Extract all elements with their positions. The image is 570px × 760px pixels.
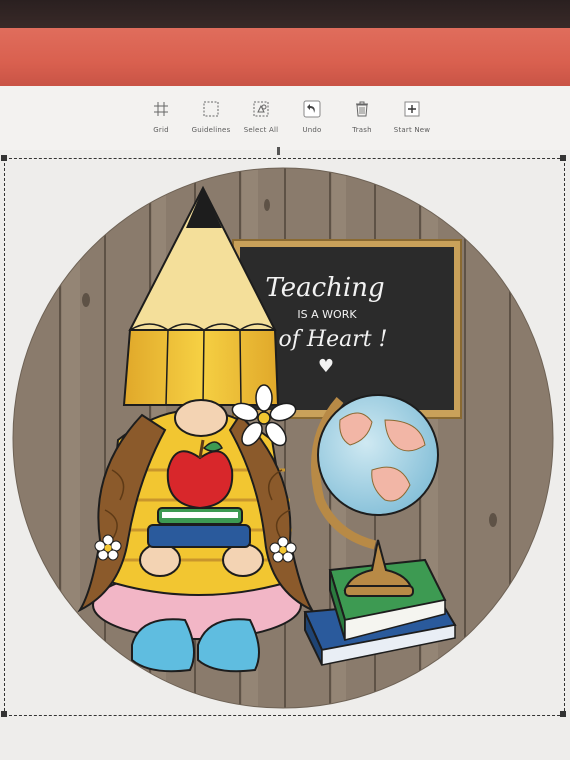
- resize-handle-bottom-right[interactable]: [560, 711, 566, 717]
- resize-handle-top-left[interactable]: [1, 155, 7, 161]
- resize-handle-bottom-left[interactable]: [1, 711, 7, 717]
- resize-handle-top-right[interactable]: [560, 155, 566, 161]
- selection-bounding-box[interactable]: [4, 158, 565, 716]
